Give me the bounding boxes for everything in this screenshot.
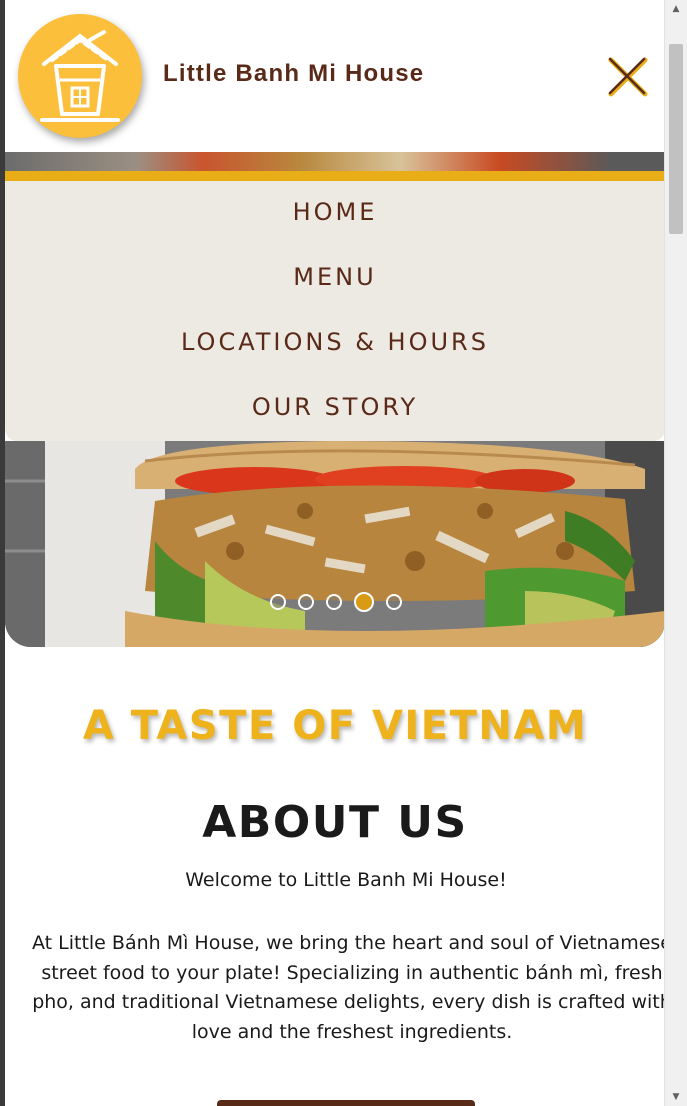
vertical-scrollbar[interactable]: ▲ ▼ <box>664 0 687 1106</box>
carousel-dot-1[interactable] <box>270 594 286 610</box>
scroll-down-arrow-icon[interactable]: ▼ <box>665 1088 687 1106</box>
hero-image-top-strip <box>5 152 665 172</box>
mobile-nav-menu: HOME MENU LOCATIONS & HOURS OUR STORY <box>5 181 665 441</box>
scrollbar-thumb[interactable] <box>669 44 683 234</box>
site-logo[interactable] <box>18 14 142 138</box>
welcome-text: Welcome to Little Banh Mi House! <box>185 869 507 891</box>
carousel-dot-2[interactable] <box>298 594 314 610</box>
about-us-heading: ABOUT US <box>202 797 468 848</box>
carousel-dot-5[interactable] <box>386 594 402 610</box>
page-viewport: Little Banh Mi House HOME MENU LOCATIONS… <box>5 0 665 1106</box>
nav-item-locations-hours[interactable]: LOCATIONS & HOURS <box>5 328 665 356</box>
close-menu-button[interactable] <box>605 54 651 100</box>
about-body-line: street food to your plate! Specializing … <box>41 961 663 984</box>
menu-accent-bar <box>5 171 665 181</box>
drink-logo-icon <box>40 30 120 122</box>
close-x-icon <box>608 57 648 97</box>
carousel-dot-3[interactable] <box>326 594 342 610</box>
about-body-line: pho, and traditional Vietnamese delights… <box>32 991 665 1013</box>
nav-item-menu[interactable]: MENU <box>5 263 665 291</box>
about-body-line: At Little Bánh Mì House, we bring the he… <box>31 932 665 954</box>
about-body-text: At Little Bánh Mì House, we bring the he… <box>17 929 665 1047</box>
about-body-line: love and the freshest ingredients. <box>191 1020 513 1043</box>
hero-carousel <box>5 441 665 647</box>
tagline-heading: A TASTE OF VIETNAM <box>82 703 588 749</box>
carousel-indicators <box>270 592 402 612</box>
banh-mi-sandwich-image <box>5 441 665 647</box>
nav-item-our-story[interactable]: OUR STORY <box>5 393 665 421</box>
nav-item-home[interactable]: HOME <box>5 198 665 226</box>
carousel-dot-4-active[interactable] <box>354 592 374 612</box>
brand-name[interactable]: Little Banh Mi House <box>163 60 424 88</box>
cta-button-top-edge[interactable] <box>217 1100 475 1106</box>
site-header: Little Banh Mi House <box>5 0 665 152</box>
scroll-up-arrow-icon[interactable]: ▲ <box>665 0 687 18</box>
